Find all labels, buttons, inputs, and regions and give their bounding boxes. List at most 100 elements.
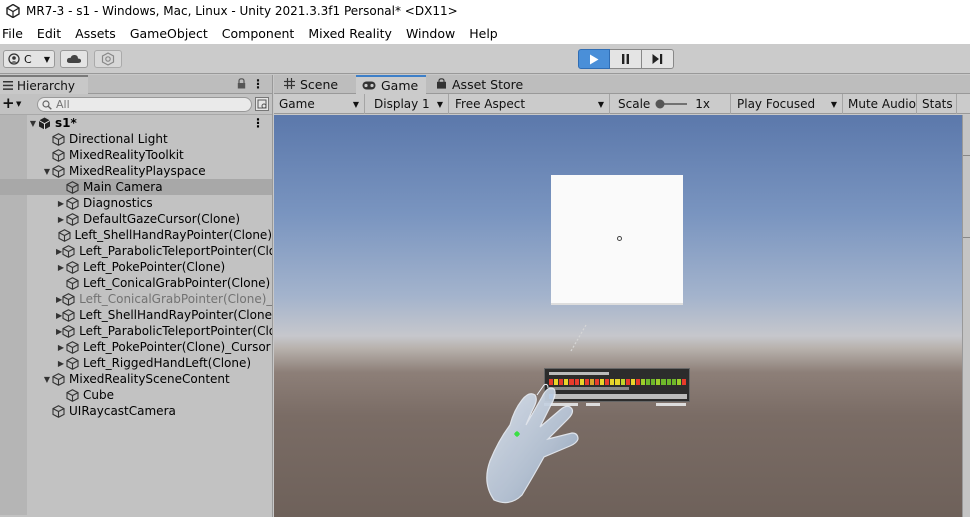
hierarchy-item-label: Left_ShellHandRayPointer(Clone) — [79, 308, 272, 322]
gameobject-cube-icon — [62, 244, 75, 258]
hierarchy-item[interactable]: Directional Light — [0, 131, 272, 147]
hierarchy-item[interactable]: ▶ Left_RiggedHandLeft(Clone) — [0, 355, 272, 371]
gameobject-cube-icon — [66, 340, 79, 354]
hierarchy-item[interactable]: Main Camera — [0, 179, 272, 195]
hierarchy-item[interactable]: MixedRealityToolkit — [0, 147, 272, 163]
filter-scene-icon[interactable] — [255, 97, 269, 111]
tab-asset-store[interactable]: Asset Store — [430, 75, 540, 94]
hierarchy-item-label: Left_ShellHandRayPointer(Clone) — [74, 228, 273, 242]
collapse-arrow-icon[interactable]: ▶ — [56, 199, 66, 208]
hierarchy-item[interactable]: Left_ShellHandRayPointer(Clone) — [0, 227, 272, 243]
play-mode-label: Play Focused — [737, 97, 816, 111]
game-viewport[interactable] — [274, 115, 962, 517]
collab-button[interactable] — [94, 50, 122, 68]
hierarchy-item[interactable]: ▼ MixedRealitySceneContent — [0, 371, 272, 387]
menu-window[interactable]: Window — [399, 26, 462, 41]
hierarchy-item-label: MixedRealityToolkit — [69, 148, 184, 162]
collapse-arrow-icon[interactable]: ▶ — [56, 263, 66, 272]
hierarchy-item-label: UIRaycastCamera — [69, 404, 176, 418]
gameobject-cube-icon — [66, 196, 79, 210]
tab-scene-label: Scene — [300, 77, 339, 92]
pause-icon — [622, 54, 629, 64]
step-button[interactable] — [642, 49, 674, 69]
chevron-down-icon: ▼ — [830, 99, 837, 109]
aspect-dropdown[interactable]: Free Aspect ▼ — [450, 94, 610, 114]
hierarchy-item[interactable]: ▶ Left_PokePointer(Clone) — [0, 259, 272, 275]
play-icon — [590, 54, 599, 64]
scale-slider[interactable] — [655, 99, 689, 109]
menu-assets[interactable]: Assets — [68, 26, 123, 41]
collapse-arrow-icon[interactable]: ▶ — [56, 359, 66, 368]
hierarchy-item[interactable]: Cube — [0, 387, 272, 403]
hierarchy-item-label: Left_RiggedHandLeft(Clone) — [83, 356, 252, 370]
play-button[interactable] — [578, 49, 610, 69]
hierarchy-item-label: Left_ConicalGrabPointer(Clone)_I — [79, 292, 272, 306]
kebab-menu-icon[interactable]: ⋮ — [252, 77, 264, 91]
hierarchy-item[interactable]: ▶ Diagnostics — [0, 195, 272, 211]
expand-arrow-icon[interactable]: ▼ — [28, 119, 38, 128]
menu-edit[interactable]: Edit — [30, 26, 68, 41]
menu-component[interactable]: Component — [215, 26, 302, 41]
hierarchy-item[interactable]: UIRaycastCamera — [0, 403, 272, 419]
mute-audio-toggle[interactable]: Mute Audio — [843, 94, 917, 114]
tab-hierarchy[interactable]: Hierarchy — [0, 75, 88, 94]
stats-toggle[interactable]: Stats — [917, 94, 957, 114]
lock-icon[interactable] — [237, 78, 246, 89]
collapse-arrow-icon[interactable]: ▶ — [56, 215, 66, 224]
unity-scene-icon — [38, 117, 51, 129]
hierarchy-item[interactable]: ▶ DefaultGazeCursor(Clone) — [0, 211, 272, 227]
search-icon — [42, 99, 52, 110]
hierarchy-item-label: MixedRealityPlayspace — [69, 164, 206, 178]
menu-help[interactable]: Help — [462, 26, 505, 41]
display-label: Display 1 — [374, 97, 430, 111]
hierarchy-item[interactable]: ▶ Left_ConicalGrabPointer(Clone)_I — [0, 291, 272, 307]
hierarchy-tabbar: Hierarchy ⋮ — [0, 75, 272, 94]
cloud-button[interactable] — [60, 50, 88, 68]
window-title: MR7-3 - s1 - Windows, Mac, Linux - Unity… — [26, 4, 458, 18]
display-mode-dropdown[interactable]: Game ▼ — [274, 94, 365, 114]
hierarchy-item[interactable]: ▶ Left_ShellHandRayPointer(Clone) — [0, 307, 272, 323]
gameobject-cube-icon — [66, 260, 79, 274]
hierarchy-item[interactable]: ▶ Left_ParabolicTeleportPointer(Clo — [0, 243, 272, 259]
tab-game[interactable]: Game — [356, 75, 426, 94]
hand-model-icon — [486, 383, 579, 504]
add-object-button[interactable]: + — [2, 96, 15, 111]
gamepad-icon — [362, 78, 376, 93]
view-tabbar: Scene Game Asset Store — [274, 75, 970, 94]
hierarchy-item[interactable]: ▼ MixedRealityPlayspace — [0, 163, 272, 179]
gameobject-cube-icon — [62, 324, 75, 338]
stats-label: Stats — [922, 97, 953, 111]
display-dropdown[interactable]: Display 1 ▼ — [369, 94, 449, 114]
side-scroll-strip[interactable] — [962, 115, 970, 517]
gameobject-cube-icon — [52, 148, 65, 162]
expand-arrow-icon[interactable]: ▼ — [42, 167, 52, 176]
chevron-down-icon: ▼ — [43, 54, 50, 64]
scene-row[interactable]: ▼ s1* ⋮ — [0, 115, 272, 131]
game-view-panel: Scene Game Asset Store Game ▼ Display 1 … — [274, 75, 970, 517]
chevron-down-icon[interactable]: ▼ — [16, 100, 21, 108]
tab-game-label: Game — [381, 78, 419, 93]
hierarchy-item-label: MixedRealitySceneContent — [69, 372, 230, 386]
hierarchy-panel: Hierarchy ⋮ + ▼ ▼ s1* — [0, 75, 273, 517]
collapse-arrow-icon[interactable]: ▶ — [56, 343, 66, 352]
hierarchy-item[interactable]: ▶ Left_ParabolicTeleportPointer(Clo — [0, 323, 272, 339]
title-bar: MR7-3 - s1 - Windows, Mac, Linux - Unity… — [0, 0, 970, 22]
scale-value: 1x — [695, 97, 711, 111]
hierarchy-search-input[interactable] — [56, 98, 236, 111]
account-dropdown[interactable]: C ▼ — [3, 50, 55, 68]
hierarchy-item-label: Cube — [83, 388, 114, 402]
user-icon — [8, 53, 20, 65]
hierarchy-item[interactable]: ▶ Left_PokePointer(Clone)_Cursor — [0, 339, 272, 355]
pause-button[interactable] — [610, 49, 642, 69]
hierarchy-search-box[interactable] — [37, 97, 252, 112]
expand-arrow-icon[interactable]: ▼ — [42, 375, 52, 384]
tab-scene[interactable]: Scene — [278, 75, 356, 94]
menu-file[interactable]: File — [0, 26, 30, 41]
menu-mixed-reality[interactable]: Mixed Reality — [301, 26, 399, 41]
mute-audio-label: Mute Audio — [848, 97, 916, 111]
display-mode-label: Game — [279, 97, 315, 111]
hierarchy-item[interactable]: Left_ConicalGrabPointer(Clone) — [0, 275, 272, 291]
kebab-menu-icon[interactable]: ⋮ — [252, 116, 264, 130]
play-mode-dropdown[interactable]: Play Focused ▼ — [732, 94, 843, 114]
menu-gameobject[interactable]: GameObject — [123, 26, 215, 41]
